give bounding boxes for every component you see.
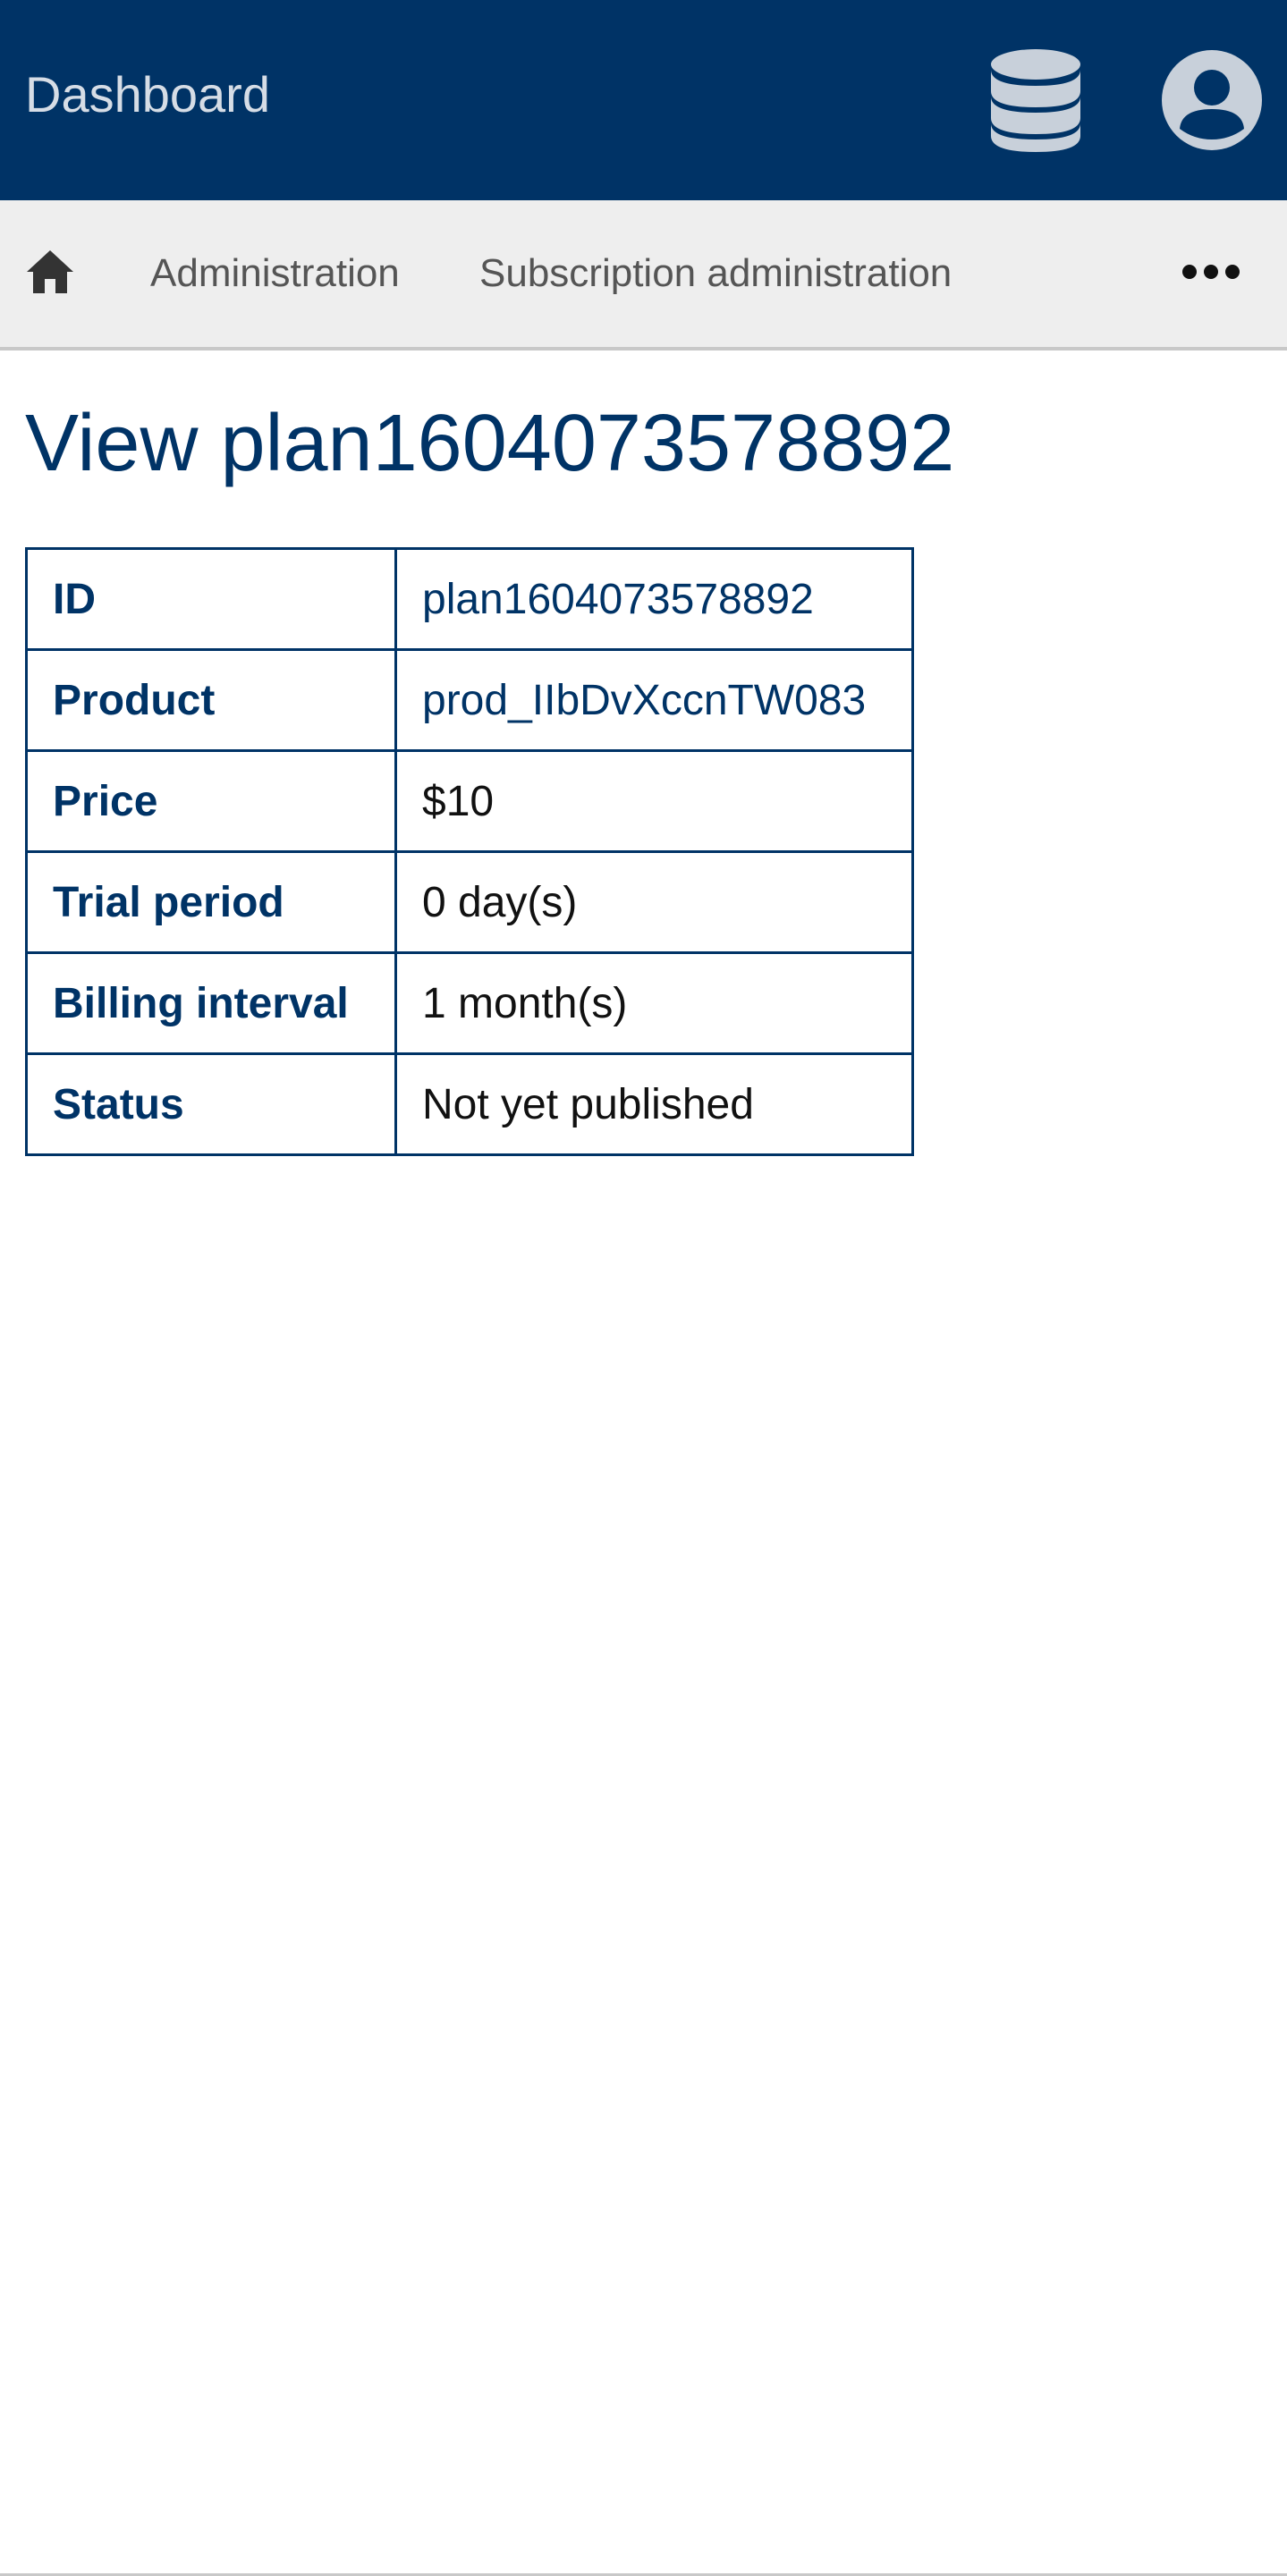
billing-interval-value: 1 month(s) <box>394 951 914 1055</box>
row-label-trial-period: Trial period <box>25 850 397 954</box>
row-label-id: ID <box>25 547 397 651</box>
table-row: Billing interval 1 month(s) <box>25 951 914 1055</box>
row-label-price: Price <box>25 749 397 853</box>
home-icon <box>27 250 73 293</box>
dashboard-link[interactable]: Dashboard <box>25 70 270 120</box>
page-title: View plan1604073578892 <box>25 399 955 488</box>
ellipsis-icon <box>1182 265 1240 279</box>
price-value: $10 <box>394 749 914 853</box>
more-menu-button[interactable] <box>1181 254 1241 290</box>
status-value: Not yet published <box>394 1052 914 1156</box>
breadcrumb: Administration Subscription administrati… <box>0 200 1287 351</box>
database-icon <box>991 49 1080 152</box>
database-button[interactable] <box>982 46 1089 154</box>
account-button[interactable] <box>1158 46 1266 154</box>
top-header: Dashboard <box>0 0 1287 200</box>
plan-details-table: ID plan1604073578892 Product prod_IIbDvX… <box>25 547 914 1156</box>
home-link[interactable] <box>25 247 75 297</box>
table-row: Price $10 <box>25 749 914 853</box>
breadcrumb-item-administration[interactable]: Administration <box>150 253 400 294</box>
table-row: Status Not yet published <box>25 1052 914 1156</box>
table-row: ID plan1604073578892 <box>25 547 914 651</box>
row-label-product: Product <box>25 648 397 752</box>
user-circle-icon <box>1162 50 1262 150</box>
plan-id-link[interactable]: plan1604073578892 <box>394 547 914 651</box>
product-link[interactable]: prod_IIbDvXccnTW083 <box>394 648 914 752</box>
breadcrumb-item-subscription-administration[interactable]: Subscription administration <box>479 253 952 294</box>
trial-period-value: 0 day(s) <box>394 850 914 954</box>
table-row: Trial period 0 day(s) <box>25 850 914 954</box>
table-row: Product prod_IIbDvXccnTW083 <box>25 648 914 752</box>
row-label-status: Status <box>25 1052 397 1156</box>
row-label-billing-interval: Billing interval <box>25 951 397 1055</box>
